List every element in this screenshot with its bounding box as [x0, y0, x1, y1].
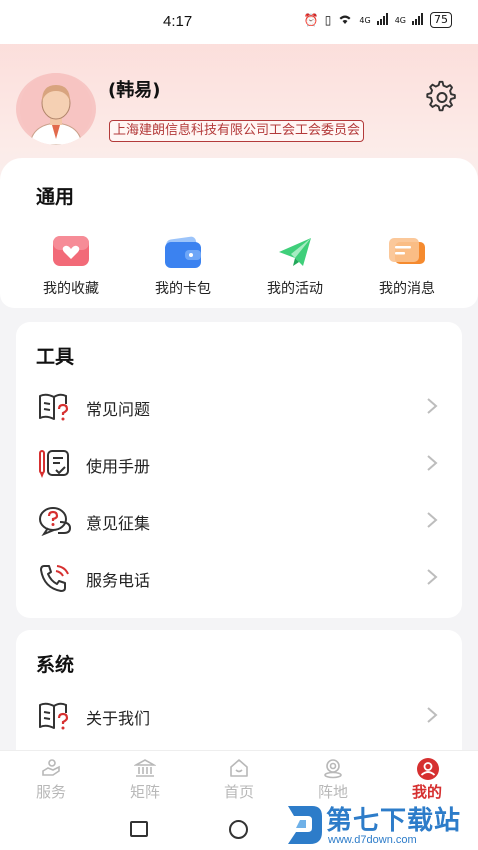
service-icon	[40, 757, 62, 779]
watermark-logo	[288, 806, 322, 844]
message-icon	[385, 232, 429, 272]
grid-item-messages[interactable]: 我的消息	[362, 232, 452, 298]
grid-item-label: 我的消息	[379, 281, 435, 297]
recents-button[interactable]	[130, 821, 148, 837]
chevron-right-icon	[426, 397, 438, 415]
wallet-icon	[161, 232, 205, 272]
watermark: 第七下载站 www.d7down.com	[282, 800, 478, 850]
manual-icon	[38, 449, 72, 479]
battery-indicator: 75	[430, 12, 452, 28]
signal-1-label: 4G	[359, 15, 371, 25]
system-section-title: 系统	[36, 654, 75, 676]
signal-2-label: 4G	[394, 15, 406, 25]
home-nav-button[interactable]	[229, 820, 248, 839]
menu-row-feedback[interactable]: 意见征集	[16, 496, 462, 546]
chevron-right-icon	[426, 706, 438, 724]
grid-item-label: 我的活动	[267, 281, 323, 297]
settings-gear-icon[interactable]	[425, 80, 459, 114]
profile-header: (韩易) 上海建朗信息科技有限公司工会工会委员会	[0, 44, 478, 160]
grid-item-wallet[interactable]: 我的卡包	[138, 232, 228, 298]
menu-row-about[interactable]: 关于我们	[16, 691, 462, 741]
user-name: (韩易)	[108, 80, 161, 101]
avatar[interactable]	[16, 73, 96, 145]
grid-item-activities[interactable]: 我的活动	[250, 232, 340, 298]
heart-icon	[49, 232, 93, 272]
tab-label: 阵地	[317, 783, 348, 801]
tab-mine[interactable]: 我的	[392, 757, 462, 802]
tab-service[interactable]: 服务	[16, 757, 86, 802]
grid-item-label: 我的卡包	[155, 281, 211, 297]
user-icon	[416, 757, 439, 780]
chevron-right-icon	[426, 511, 438, 529]
bank-icon	[132, 757, 158, 779]
feedback-icon	[38, 506, 72, 537]
menu-row-manual[interactable]: 使用手册	[16, 439, 462, 489]
menu-row-label: 使用手册	[86, 457, 151, 476]
general-section-title: 通用	[36, 186, 75, 208]
vibrate-icon: ▯	[324, 13, 332, 27]
status-icons: ⏰ ▯ 4G 4G 75	[304, 12, 452, 28]
general-section: 通用 我的收藏 我的卡包 我的活动 我的消息	[0, 158, 478, 308]
faq-book-icon	[38, 392, 72, 422]
menu-row-label: 关于我们	[86, 709, 151, 728]
watermark-url: www.d7down.com	[328, 834, 417, 846]
tab-home[interactable]: 首页	[204, 757, 274, 802]
signal-2-icon	[412, 12, 424, 28]
chevron-right-icon	[426, 568, 438, 586]
tab-label: 我的	[411, 783, 442, 801]
menu-row-faq[interactable]: 常见问题	[16, 382, 462, 432]
flag-icon	[273, 232, 317, 272]
tab-label: 首页	[223, 783, 254, 801]
system-section: 系统 关于我们	[16, 630, 462, 770]
location-icon	[322, 757, 344, 779]
menu-row-phone[interactable]: 服务电话	[16, 553, 462, 603]
organization-tag: 上海建朗信息科技有限公司工会工会委员会	[109, 120, 365, 142]
tab-matrix[interactable]: 矩阵	[110, 757, 180, 802]
status-time: 4:17	[163, 13, 193, 30]
about-icon	[38, 701, 72, 731]
tab-label: 矩阵	[129, 783, 160, 801]
home-icon	[228, 757, 250, 779]
phone-icon	[38, 563, 72, 593]
chevron-right-icon	[426, 454, 438, 472]
tab-position[interactable]: 阵地	[298, 757, 368, 802]
grid-item-favorites[interactable]: 我的收藏	[26, 232, 116, 298]
tools-section: 工具 常见问题 使用手册 意见征集 服务电话	[16, 322, 462, 618]
tools-section-title: 工具	[36, 346, 75, 368]
alarm-icon: ⏰	[303, 13, 319, 27]
status-bar: 4:17 ⏰ ▯ 4G 4G 75	[0, 0, 478, 44]
watermark-brand: 第七下载站	[326, 806, 462, 836]
menu-row-label: 意见征集	[86, 514, 151, 533]
grid-item-label: 我的收藏	[43, 281, 99, 297]
wifi-icon	[337, 13, 353, 28]
tab-label: 服务	[35, 783, 66, 801]
menu-row-label: 服务电话	[86, 571, 151, 590]
signal-1-icon	[376, 12, 389, 28]
menu-row-label: 常见问题	[86, 400, 151, 419]
